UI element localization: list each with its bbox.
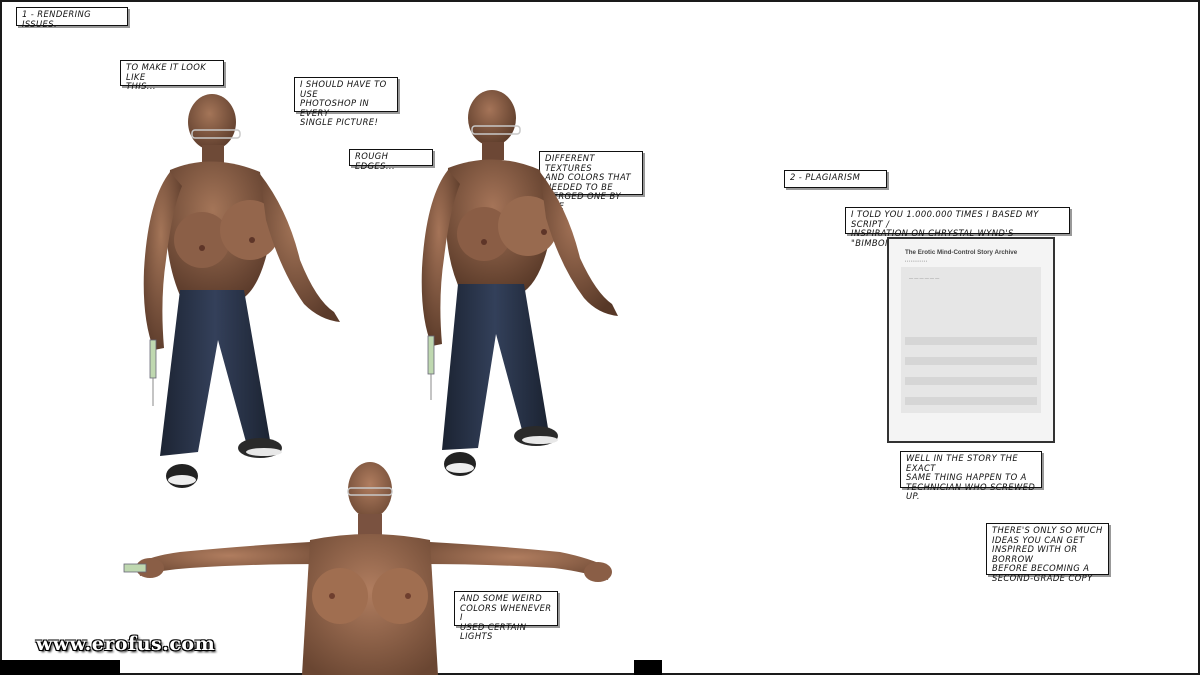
archive-screenshot: The Erotic Mind-Control Story Archive ▪ … [887,237,1055,443]
archive-nav-strip: ▪ ▪ ▪ ▪ ▪ ▪ ▪ ▪ ▪ ▪ ▪ ▪ [905,259,927,263]
archive-table-row [905,357,1037,365]
caption-story-exact: Well in the story the exact same thing h… [900,451,1042,501]
caption-make-it-look: To make it look like this... [120,60,224,91]
watermark: www.erofus.com [36,633,216,655]
comic-page: 1 - Rendering issues. 2 - Plagiarism To … [0,0,1200,675]
archive-table-header [905,327,1037,335]
archive-table-row [905,397,1037,405]
archive-story-heading: — — — — — — [909,275,940,280]
bottom-edge-shadow-mid [634,660,662,675]
figure-standing-middle [421,90,618,476]
archive-table-row [905,367,1037,375]
archive-table-row [905,337,1037,345]
section-label-rendering: 1 - Rendering issues. [16,7,128,28]
archive-table-row [905,347,1037,355]
archive-table-row [905,387,1037,395]
section-label-plagiarism: 2 - Plagiarism [784,170,887,188]
caption-told-you: I told you 1.000.000 times I based my sc… [845,207,1070,248]
figure-standing-left [143,94,340,488]
archive-site-title: The Erotic Mind-Control Story Archive [905,249,1018,256]
caption-only-so-much: There's only so much ideas you can get i… [986,523,1109,583]
archive-table-row [905,377,1037,385]
archive-story-card: — — — — — — [901,267,1041,413]
bottom-edge-shadow [0,660,120,675]
